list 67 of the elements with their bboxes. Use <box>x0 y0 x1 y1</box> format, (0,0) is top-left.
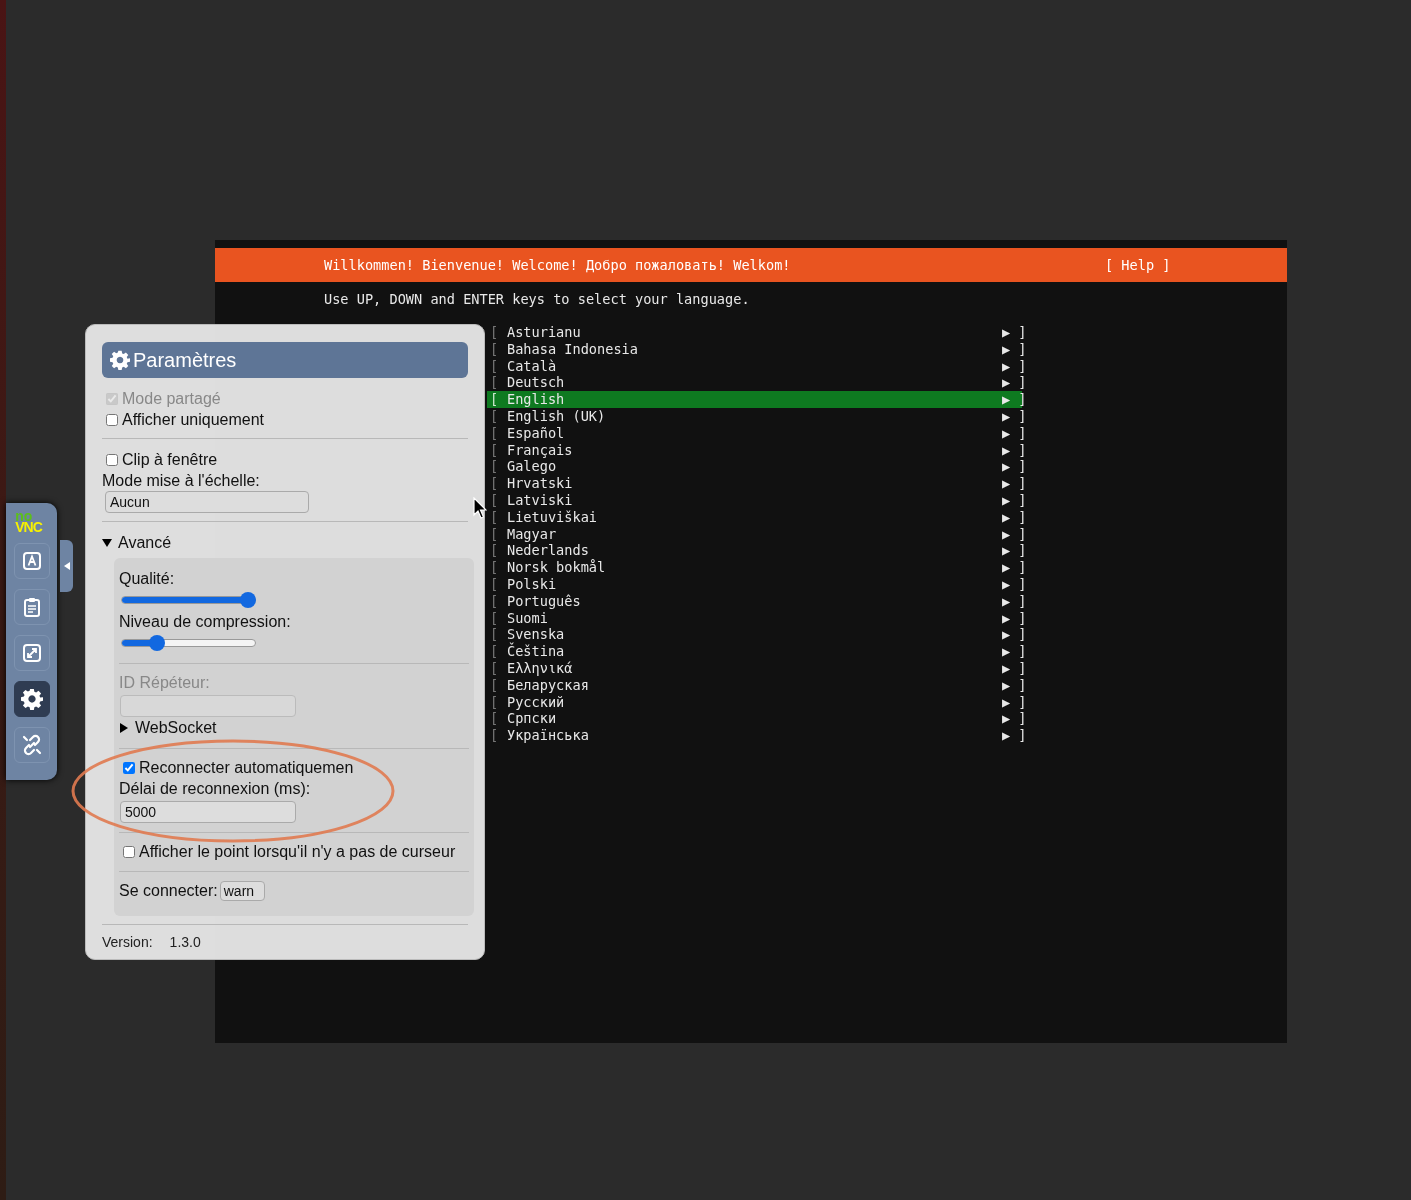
collapse-icon <box>63 562 70 570</box>
expanded-icon <box>102 538 112 548</box>
mouse-cursor-icon <box>473 497 487 519</box>
instruction-text: Use UP, DOWN and ENTER keys to select your language. <box>324 291 751 308</box>
language-item[interactable]: [ Lietuviškai ▶ ] <box>487 508 1022 526</box>
fullscreen-icon <box>21 643 42 663</box>
slider-label: Qualité: <box>119 569 175 589</box>
language-item[interactable]: [ English ▶ ] <box>487 391 1022 408</box>
checkbox-label: Afficher uniquement <box>122 410 264 430</box>
checkbox[interactable] <box>123 761 135 774</box>
logo: no VNC <box>15 511 42 533</box>
language-item[interactable]: [ Català ▶ ] <box>487 357 1022 375</box>
settings-button[interactable] <box>13 681 50 717</box>
language-item[interactable]: [ Deutsch ▶ ] <box>487 374 1022 392</box>
language-item[interactable]: [ Latviski ▶ ] <box>487 491 1022 509</box>
panel-title: Paramètres <box>133 348 237 372</box>
sidebar-handle[interactable] <box>60 540 73 592</box>
keyboard-button[interactable] <box>13 543 50 579</box>
checkbox-label: Reconnecter automatiquemen <box>139 758 354 778</box>
clipboard-button[interactable] <box>13 589 50 625</box>
version-label: Version: <box>102 934 153 950</box>
slider-label: Niveau de compression: <box>119 612 291 632</box>
language-item[interactable]: [ Português ▶ ] <box>487 592 1022 610</box>
language-item[interactable]: [ Українська ▶ ] <box>487 727 1022 744</box>
checkbox-label: Afficher le point lorsqu'il n'y a pas de curseur <box>139 842 456 862</box>
keyboard-icon <box>21 551 42 571</box>
language-item[interactable]: [ Hrvatski ▶ ] <box>487 475 1022 492</box>
settings-icon <box>20 688 43 710</box>
language-item[interactable]: [ Magyar ▶ ] <box>487 525 1022 543</box>
clipboard-icon <box>21 597 42 617</box>
language-item[interactable]: [ Suomi ▶ ] <box>487 609 1022 627</box>
broken-link-icon <box>20 734 43 756</box>
fullscreen-button[interactable] <box>13 635 50 671</box>
field-label: ID Répéteur: <box>119 673 210 693</box>
collapsed-icon <box>119 723 129 733</box>
language-item[interactable]: [ Беларуская ▶ ] <box>487 676 1022 694</box>
disconnect-button[interactable] <box>13 727 50 763</box>
language-item[interactable]: [ Nederlands ▶ ] <box>487 542 1022 560</box>
language-item[interactable]: [ Français ▶ ] <box>487 441 1022 459</box>
checkbox-label: Clip à fenêtre <box>122 450 218 470</box>
language-item[interactable]: [ English (UK) ▶ ] <box>487 408 1022 425</box>
banner-title: Willkommen! Bienvenue! Welcome! Добро пожаловать! Welkom! <box>324 257 792 273</box>
input-field[interactable]: 5000 <box>120 801 296 823</box>
language-item[interactable]: [ Galego ▶ ] <box>487 458 1022 476</box>
scaling-dropdown[interactable]: Aucun <box>105 491 309 513</box>
settings-icon <box>110 350 130 370</box>
checkbox-label: Mode partagé <box>122 389 221 409</box>
help-button[interactable]: [ Help ] <box>1105 257 1171 273</box>
section-toggle[interactable]: WebSocket <box>119 717 217 739</box>
language-item[interactable]: [ Српски ▶ ] <box>487 710 1022 728</box>
version-value: 1.3.0 <box>169 934 201 950</box>
checkbox[interactable] <box>106 453 118 466</box>
checkbox[interactable] <box>123 845 135 858</box>
language-item[interactable]: [ Norsk bokmål ▶ ] <box>487 559 1022 576</box>
checkbox[interactable] <box>106 413 118 426</box>
field-label: Se connecter: <box>119 881 218 901</box>
logging-dropdown[interactable]: warn <box>219 880 266 901</box>
language-item[interactable]: [ Bahasa Indonesia ▶ ] <box>487 340 1022 358</box>
section-toggle[interactable]: Avancé <box>102 532 172 554</box>
language-item[interactable]: [ Asturianu ▶ ] <box>487 324 1022 341</box>
field-label: Délai de reconnexion (ms): <box>119 779 311 799</box>
field-label: Mode mise à l'échelle: <box>102 471 260 491</box>
language-item[interactable]: [ Ελληνικά ▶ ] <box>487 659 1022 677</box>
language-item[interactable]: [ Polski ▶ ] <box>487 575 1022 593</box>
language-item[interactable]: [ Čeština ▶ ] <box>487 643 1022 660</box>
language-item[interactable]: [ Español ▶ ] <box>487 424 1022 442</box>
language-item[interactable]: [ Русский ▶ ] <box>487 693 1022 711</box>
